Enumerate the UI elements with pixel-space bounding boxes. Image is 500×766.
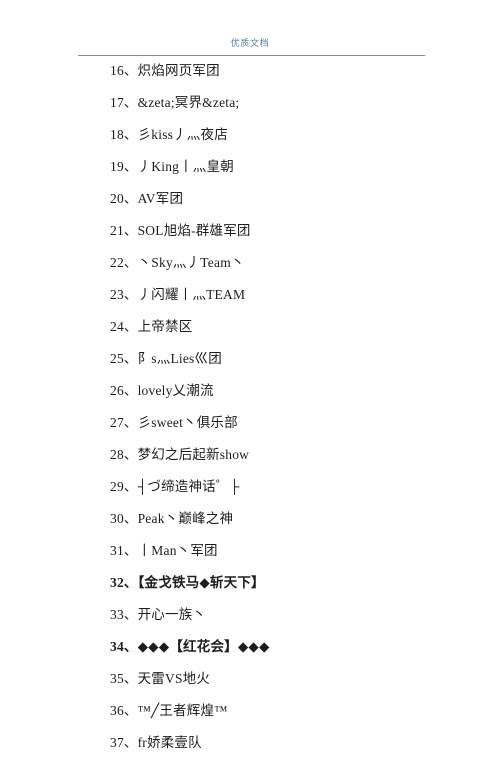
list-item: 36、™╱王者辉煌™ xyxy=(110,703,228,718)
list-item: 31、丨Man丶军团 xyxy=(110,543,218,558)
list-item: 30、Peak丶巅峰之神 xyxy=(110,511,234,526)
list-item: 21、SOL旭焰-群雄军团 xyxy=(110,223,251,238)
header-divider xyxy=(78,55,425,56)
list-item: 18、彡kiss丿灬夜店 xyxy=(110,127,228,142)
header-title: 优质文档 xyxy=(230,38,270,48)
list-item: 32、【金戈铁马◆斩天下】 xyxy=(110,575,265,590)
list-item: 33、开心一族丶 xyxy=(110,607,207,622)
list-item: 16、炽焰网页军团 xyxy=(110,63,220,78)
list-item: 17、&zeta;冥界&zeta; xyxy=(110,95,240,110)
list-item: 37、fr娇柔壹队 xyxy=(110,735,202,750)
list-item: 29、┤づ缔造神话゜├ xyxy=(110,479,240,494)
list-item: 25、阝s灬Lies巛团 xyxy=(110,351,222,366)
clan-name-list: 16、炽焰网页军团 17、&zeta;冥界&zeta; 18、彡kiss丿灬夜店 19… xyxy=(110,62,440,766)
list-item: 27、彡sweet丶俱乐部 xyxy=(110,415,238,430)
list-item: 20、AV军团 xyxy=(110,191,184,206)
list-item: 35、天雷VS地火 xyxy=(110,671,211,686)
list-item: 24、上帝禁区 xyxy=(110,319,193,334)
list-item: 28、梦幻之后起新show xyxy=(110,447,250,462)
list-item: 34、◆◆◆【红花会】◆◆◆ xyxy=(110,639,270,654)
document-page: 优质文档 16、炽焰网页军团 17、&zeta;冥界&zeta; 18、彡kiss丿… xyxy=(0,0,500,750)
page-header: 优质文档 xyxy=(0,33,500,51)
list-item: 22、丶Sky灬丿Team丶 xyxy=(110,255,245,270)
list-item: 26、lovely乂潮流 xyxy=(110,383,214,398)
list-item: 23、丿闪耀丨灬TEAM xyxy=(110,287,246,302)
list-item: 19、丿King丨灬皇朝 xyxy=(110,159,234,174)
